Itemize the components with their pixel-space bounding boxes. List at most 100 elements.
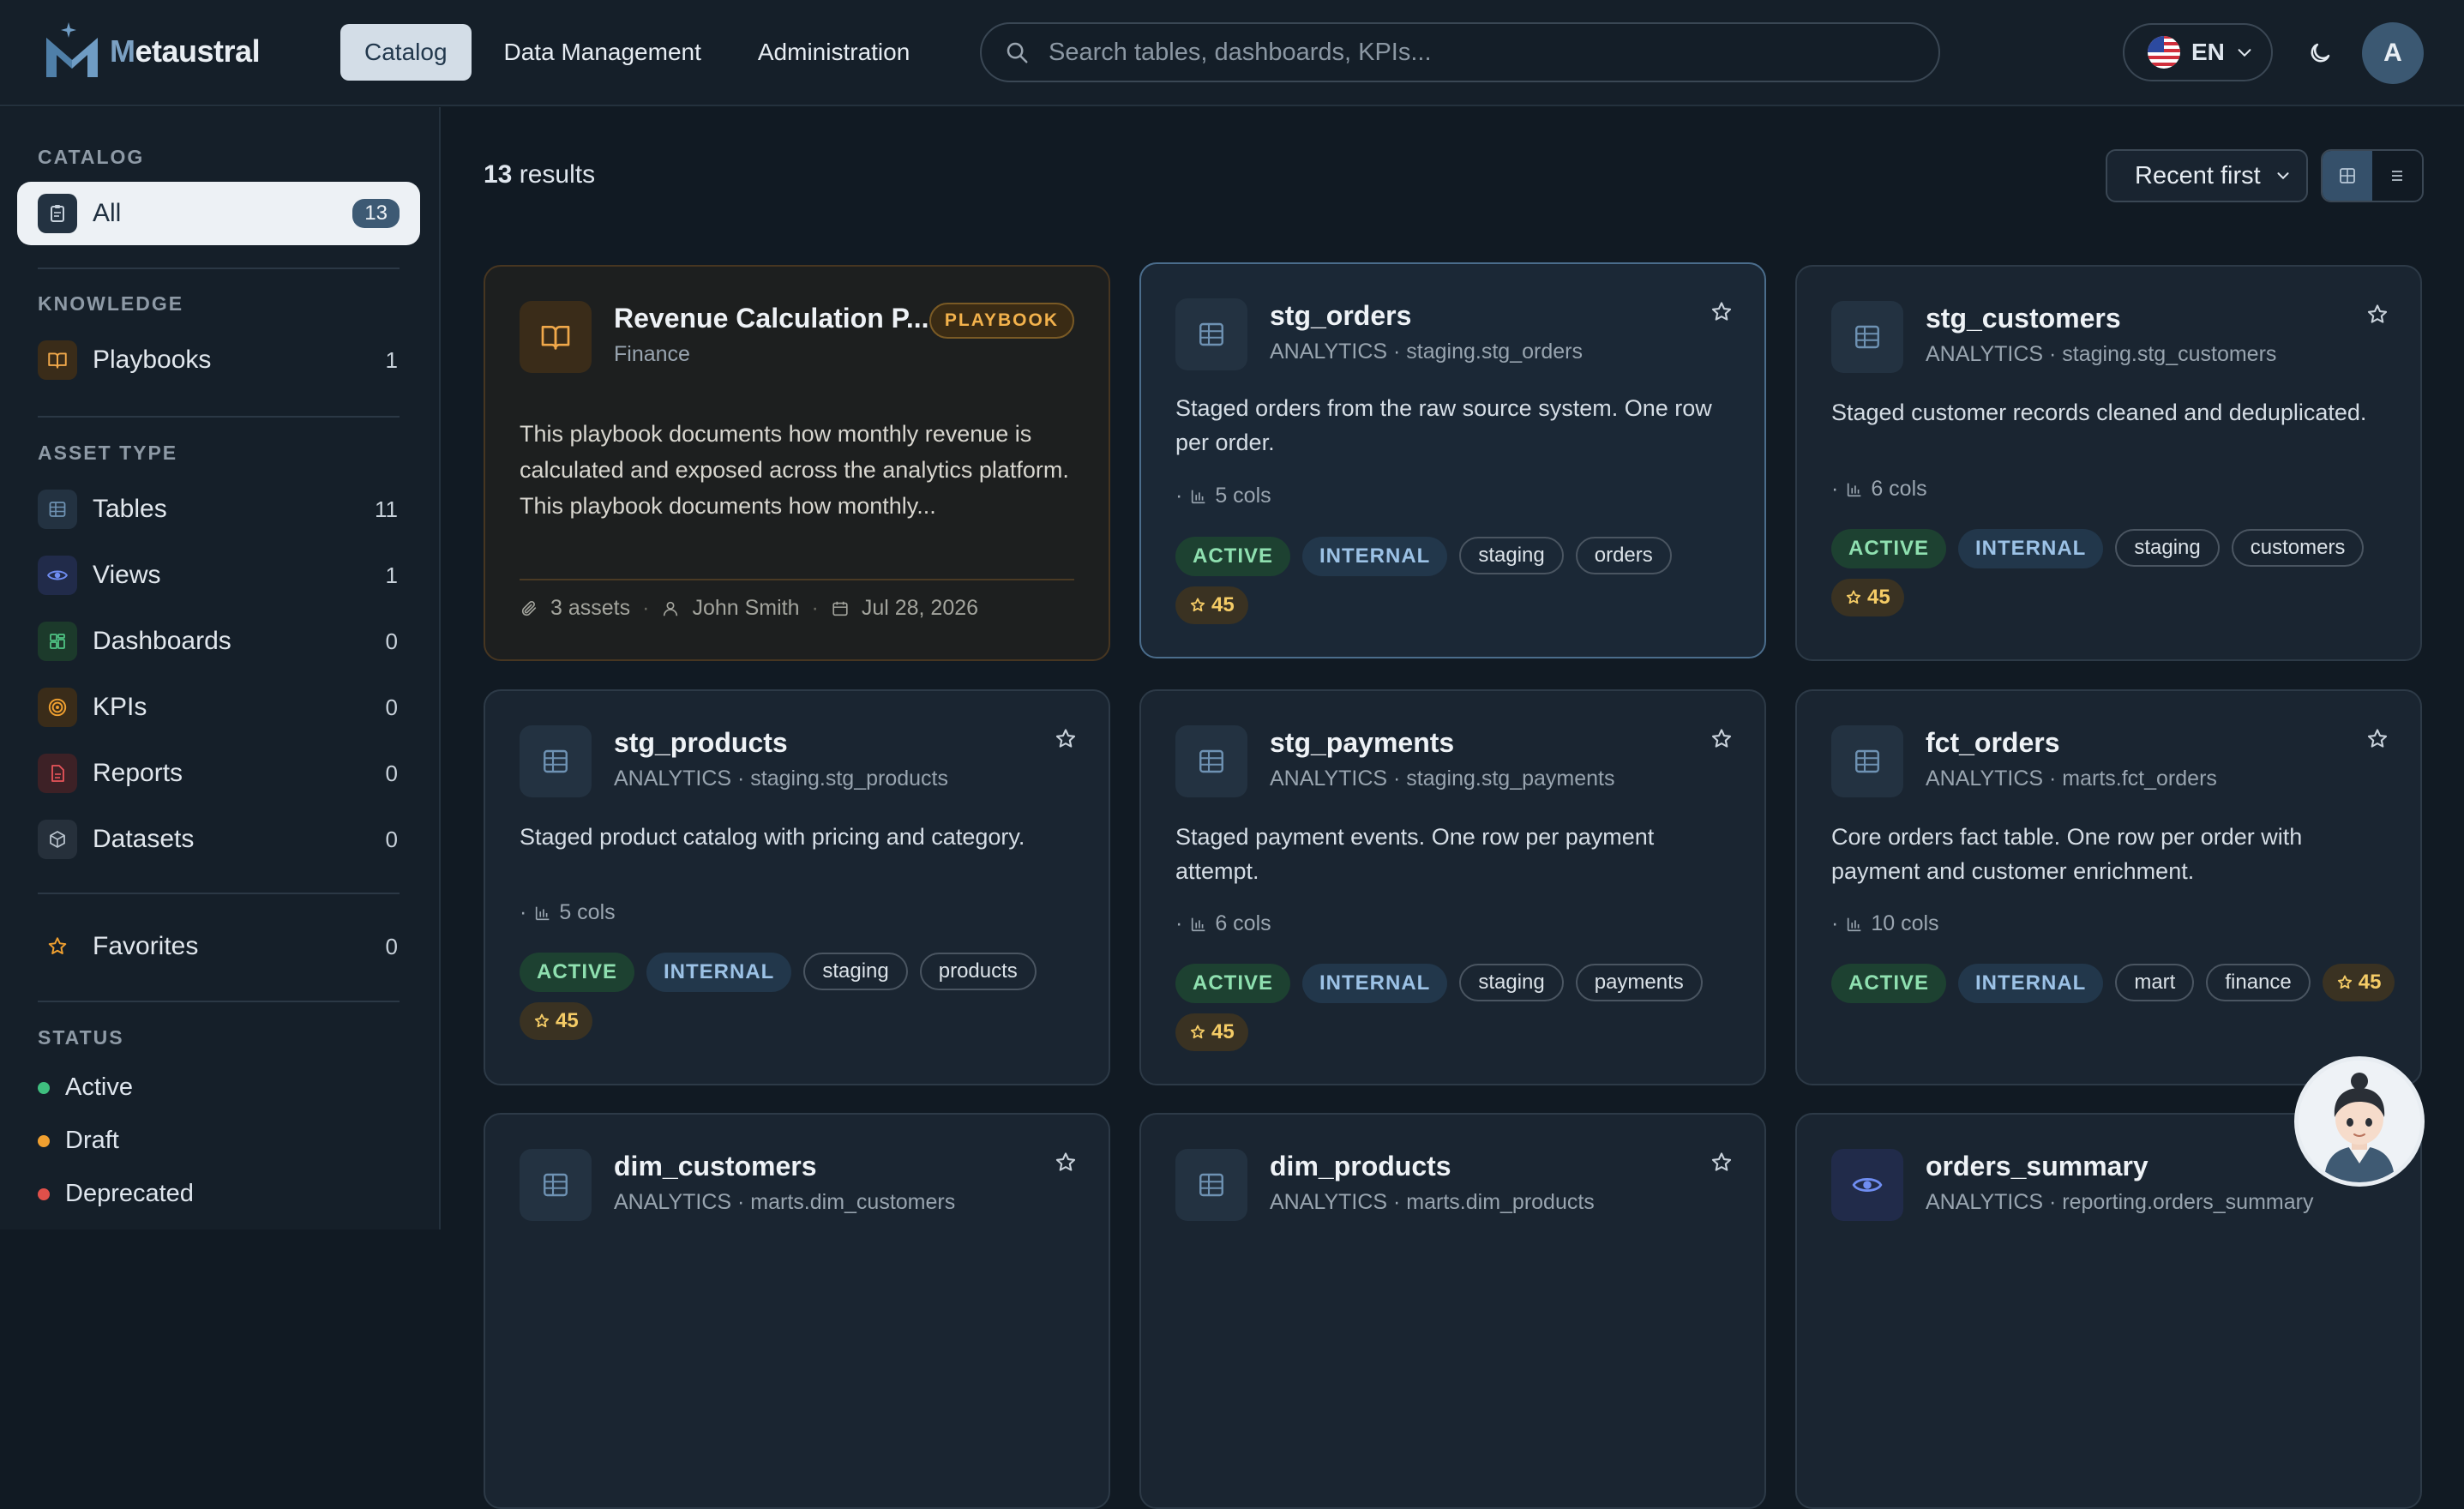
playbook-badge: PLAYBOOK (929, 303, 1074, 339)
favorite-star-icon[interactable] (1054, 1151, 1078, 1179)
tag-list: ACTIVE INTERNAL staging orders 45 (1175, 537, 1741, 624)
sidebar-item-kpis[interactable]: KPIs 0 (17, 676, 420, 739)
section-title-knowledge: KNOWLEDGE (38, 292, 184, 315)
playbook-card[interactable]: Revenue Calculation P... Finance PLAYBOO… (484, 265, 1110, 661)
card-title: dim_customers (614, 1151, 817, 1181)
nav-administration[interactable]: Administration (734, 24, 934, 81)
assistant-avatar-button[interactable] (2294, 1056, 2425, 1187)
sidebar-item-datasets[interactable]: Datasets 0 (17, 808, 420, 871)
us-flag-icon (2148, 36, 2180, 69)
bar-chart-icon (1192, 490, 1205, 503)
tag[interactable]: finance (2206, 964, 2311, 1001)
sidebar-item-tables[interactable]: Tables 11 (17, 478, 420, 541)
card-title: orders_summary (1926, 1151, 2148, 1181)
logo[interactable]: Metaustral (43, 19, 261, 84)
status-dot (38, 1081, 50, 1094)
status-filter-draft[interactable]: Draft (38, 1127, 119, 1155)
status-badge: ACTIVE (1175, 537, 1291, 576)
sidebar-item-views[interactable]: Views 1 (17, 544, 420, 607)
tag[interactable]: staging (803, 953, 908, 990)
favorite-star-icon[interactable] (1710, 300, 1734, 328)
target-icon (38, 688, 77, 727)
card-subtitle: ANALYTICS · staging.stg_products (614, 767, 948, 791)
asset-card-stg-orders[interactable]: stg_orders ANALYTICS · staging.stg_order… (1139, 262, 1766, 658)
table-icon (1175, 1149, 1247, 1221)
sidebar-item-reports[interactable]: Reports 0 (17, 742, 420, 805)
view-toggle (2321, 149, 2424, 202)
language-selector[interactable]: EN (2123, 23, 2273, 81)
column-count: · 6 cols (1175, 911, 1271, 935)
book-icon (520, 301, 592, 373)
card-subtitle: ANALYTICS · marts.fct_orders (1926, 767, 2217, 791)
status-filter-active[interactable]: Active (38, 1073, 133, 1102)
quality-score: 45 (1831, 579, 1904, 616)
asset-card-stg-payments[interactable]: stg_payments ANALYTICS · staging.stg_pay… (1139, 689, 1766, 1085)
separator: · (642, 596, 650, 620)
asset-card-dim-customers[interactable]: dim_customers ANALYTICS · marts.dim_cust… (484, 1113, 1110, 1509)
user-icon (664, 601, 678, 616)
favorite-star-icon[interactable] (2365, 303, 2389, 331)
nav-data-management[interactable]: Data Management (480, 24, 725, 81)
count-badge: 0 (385, 826, 398, 852)
nav-catalog[interactable]: Catalog (340, 24, 472, 81)
sidebar-item-all[interactable]: All 13 (17, 182, 420, 245)
favorite-star-icon[interactable] (1710, 1151, 1734, 1179)
cube-icon (38, 820, 77, 859)
tag-list: ACTIVE INTERNAL mart finance 45 (1831, 964, 2397, 1003)
asset-card-stg-customers[interactable]: stg_customers ANALYTICS · staging.stg_cu… (1795, 265, 2422, 661)
eye-icon (1831, 1149, 1903, 1221)
favorite-star-icon[interactable] (1054, 727, 1078, 755)
status-badge: ACTIVE (1175, 964, 1291, 1003)
report-icon (38, 754, 77, 793)
favorite-star-icon[interactable] (2365, 727, 2389, 755)
tag[interactable]: orders (1575, 537, 1672, 574)
list-icon (2392, 171, 2402, 181)
sidebar-item-playbooks[interactable]: Playbooks 1 (17, 328, 420, 392)
tag[interactable]: staging (2115, 529, 2220, 567)
logo-icon (46, 22, 98, 77)
clipboard-icon (38, 194, 77, 233)
eye-icon (38, 556, 77, 595)
tag[interactable]: mart (2115, 964, 2195, 1001)
star-icon (2337, 975, 2352, 989)
sort-selected: Recent first (2135, 161, 2261, 189)
search-input[interactable] (1049, 38, 1863, 67)
count-badge: 13 (352, 199, 400, 228)
playbook-footer: 3 assets · John Smith · Jul 28, 2026 (520, 579, 1074, 621)
sidebar-item-label: Tables (93, 495, 167, 523)
tag[interactable]: payments (1575, 964, 1703, 1001)
asset-card-fct-orders[interactable]: fct_orders ANALYTICS · marts.fct_orders … (1795, 689, 2422, 1085)
favorite-star-icon[interactable] (1710, 727, 1734, 755)
card-title: stg_payments (1270, 727, 1455, 758)
asset-card-stg-products[interactable]: stg_products ANALYTICS · staging.stg_pro… (484, 689, 1110, 1085)
theme-toggle[interactable] (2299, 33, 2341, 74)
grid-view-button[interactable] (2323, 151, 2372, 201)
search-box[interactable] (980, 22, 1940, 82)
card-subtitle: ANALYTICS · reporting.orders_summary (1926, 1190, 2314, 1214)
sidebar-item-label: Dashboards (93, 627, 231, 655)
count-badge: 0 (385, 628, 398, 654)
tag[interactable]: customers (2231, 529, 2365, 567)
sort-select[interactable]: Recent first (2106, 149, 2308, 202)
asset-card-dim-products[interactable]: dim_products ANALYTICS · marts.dim_produ… (1139, 1113, 1766, 1509)
status-dot (38, 1134, 50, 1147)
status-filter-deprecated[interactable]: Deprecated (38, 1180, 194, 1208)
status-badge: ACTIVE (1831, 529, 1947, 568)
classification-badge: INTERNAL (646, 953, 792, 992)
count-badge: 1 (385, 562, 398, 588)
table-icon (1175, 298, 1247, 370)
table-icon (1831, 725, 1903, 797)
user-avatar[interactable]: A (2362, 22, 2424, 84)
count-badge: 1 (385, 346, 398, 373)
assistant-character-icon (2299, 1061, 2420, 1182)
list-view-button[interactable] (2372, 151, 2422, 201)
sidebar-item-favorites[interactable]: Favorites 0 (17, 915, 420, 978)
card-description: This playbook documents how monthly reve… (520, 421, 1069, 519)
tag-list: ACTIVE INTERNAL staging products 45 (520, 953, 1085, 1040)
tag[interactable]: products (919, 953, 1037, 990)
sidebar-item-dashboards[interactable]: Dashboards 0 (17, 610, 420, 673)
tag[interactable]: staging (1459, 964, 1564, 1001)
asset-count: 3 assets (550, 596, 631, 620)
classification-badge: INTERNAL (1302, 964, 1448, 1003)
tag[interactable]: staging (1459, 537, 1564, 574)
